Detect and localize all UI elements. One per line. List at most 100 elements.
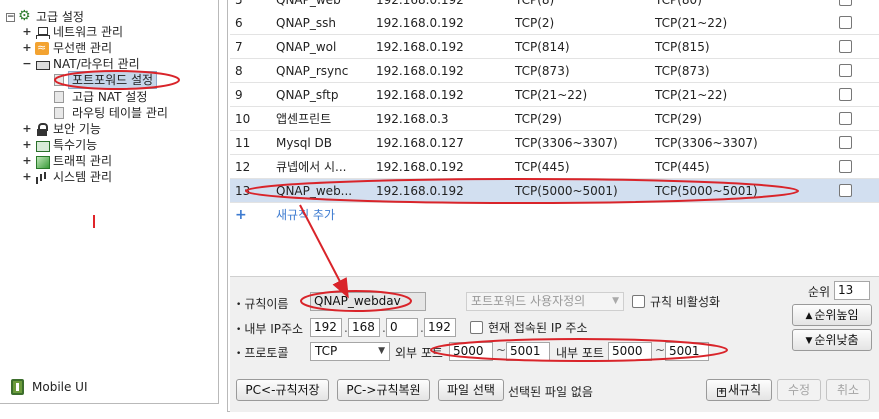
tree-item-label: 특수기능 — [53, 138, 98, 152]
external-port-to-input[interactable]: 5001 — [506, 342, 550, 361]
rule-name: QNAP_web... — [276, 184, 353, 198]
plus-box-icon: + — [716, 387, 726, 397]
ip-octet-2[interactable]: 168 — [348, 318, 380, 337]
tree-item-port-forward[interactable]: 포트포워드 설정 — [52, 71, 158, 89]
mobile-ui-link[interactable]: Mobile UI — [11, 378, 88, 396]
rule-name: QNAP_wol — [276, 40, 337, 54]
tree-item-network[interactable]: + 네트워크 관리 — [22, 24, 123, 40]
tree-item-routing-table[interactable]: 라우팅 테이블 관리 — [52, 105, 168, 121]
tree-root-advanced-settings[interactable]: − 고급 설정 — [6, 8, 84, 25]
rule-checkbox[interactable] — [839, 136, 852, 149]
rule-checkbox[interactable] — [839, 112, 852, 125]
rule-name-label: 규칙이름 — [236, 295, 288, 312]
new-rule-label: 새규칙 — [727, 383, 762, 397]
arrow-up-icon: ▲ — [805, 311, 813, 321]
tree-item-advanced-nat[interactable]: 고급 NAT 설정 — [52, 89, 147, 105]
settings-tree-panel: − 고급 설정 + 네트워크 관리 + 무선랜 관리 − NAT/라우터 관리 … — [0, 0, 219, 404]
add-rule-link[interactable]: 새규칙 추가 — [276, 203, 335, 227]
protocol-label: 프로토콜 — [236, 344, 288, 361]
table-row[interactable]: 10 앱센프린트 192.168.0.3 TCP(29) TCP(29) — [230, 107, 879, 131]
priority-down-label: 순위낮춤 — [814, 333, 859, 347]
external-port-from-input[interactable]: 5000 — [449, 342, 493, 361]
expand-icon[interactable]: + — [22, 40, 32, 56]
rule-checkbox[interactable] — [839, 64, 852, 77]
mobile-ui-label: Mobile UI — [32, 380, 88, 394]
protocol-select[interactable]: TCP ▼ — [310, 342, 390, 361]
table-row[interactable]: 6 QNAP_ssh 192.168.0.192 TCP(2) TCP(21~2… — [230, 11, 879, 35]
table-row[interactable]: 11 Mysql DB 192.168.0.127 TCP(3306~3307)… — [230, 131, 879, 155]
expand-icon[interactable]: + — [22, 24, 32, 40]
range-tilde: ~ — [655, 343, 666, 357]
disable-rule-checkbox[interactable] — [632, 295, 645, 308]
rule-checkbox[interactable] — [839, 160, 852, 173]
expand-icon[interactable]: + — [22, 121, 32, 137]
rule-internal-port: TCP(814) — [515, 40, 570, 54]
rule-internal-port: TCP(29) — [515, 112, 562, 126]
plus-icon: + — [235, 207, 247, 223]
rule-checkbox[interactable] — [839, 16, 852, 29]
internal-port-label: 내부 포트 — [556, 346, 604, 360]
table-row-selected[interactable]: 13 QNAP_web... 192.168.0.192 TCP(5000~50… — [230, 179, 879, 203]
priority-down-button[interactable]: ▼ 순위낮춤 — [792, 329, 872, 351]
new-rule-button[interactable]: + 새규칙 — [706, 379, 772, 401]
modify-button[interactable]: 수정 — [777, 379, 821, 401]
rule-checkbox[interactable] — [839, 88, 852, 101]
rule-checkbox[interactable] — [839, 40, 852, 53]
rule-number: 11 — [235, 136, 251, 150]
expand-icon[interactable]: + — [22, 169, 32, 185]
table-row[interactable]: 9 QNAP_sftp 192.168.0.192 TCP(21~22) TCP… — [230, 83, 879, 107]
tree-item-wireless[interactable]: + 무선랜 관리 — [22, 40, 112, 56]
expand-icon[interactable]: + — [22, 137, 32, 153]
priority-label: 순위 — [808, 285, 831, 299]
tree-item-special[interactable]: + 특수기능 — [22, 137, 97, 153]
rule-number: 6 — [235, 16, 243, 30]
system-icon — [35, 171, 49, 184]
preset-select[interactable]: 포트포워드 사용자정의 ▼ — [466, 292, 624, 311]
table-row[interactable]: 7 QNAP_wol 192.168.0.192 TCP(814) TCP(81… — [230, 35, 879, 59]
rule-name-input[interactable]: QNAP_webdav — [310, 292, 426, 311]
rule-external-port: TCP(445) — [655, 160, 710, 174]
tree-item-label: 트래픽 관리 — [53, 154, 113, 168]
no-file-label: 선택된 파일 없음 — [508, 385, 593, 399]
protocol-select-value: TCP — [315, 344, 338, 358]
tree-item-label: 네트워크 관리 — [53, 25, 124, 39]
rule-internal-port: TCP(2) — [515, 16, 555, 30]
table-row[interactable]: 12 큐넵에서 시... 192.168.0.192 TCP(445) TCP(… — [230, 155, 879, 179]
cancel-button[interactable]: 취소 — [826, 379, 870, 401]
rule-checkbox[interactable] — [839, 0, 852, 6]
tree-item-security[interactable]: + 보안 기능 — [22, 121, 101, 137]
rule-number: 9 — [235, 88, 243, 102]
ip-octet-3[interactable]: 0 — [386, 318, 418, 337]
settings-gear-icon — [18, 8, 32, 24]
ip-octet-1[interactable]: 192 — [310, 318, 342, 337]
expand-icon[interactable]: + — [22, 153, 32, 169]
collapse-icon[interactable]: − — [6, 12, 15, 22]
rule-name: 앱센프린트 — [276, 112, 332, 126]
nat-router-icon — [35, 57, 50, 71]
add-rule-row[interactable]: + 새규칙 추가 — [230, 203, 879, 227]
tree-item-system[interactable]: + 시스템 관리 — [22, 169, 112, 185]
rule-number: 8 — [235, 64, 243, 78]
tree-item-label: NAT/라우터 관리 — [53, 57, 140, 71]
priority-up-button[interactable]: ▲ 순위높임 — [792, 304, 872, 326]
restore-rules-from-pc-button[interactable]: PC->규칙복원 — [337, 379, 430, 401]
arrow-down-icon: ▼ — [805, 336, 813, 346]
disable-rule-label: 규칙 비활성화 — [650, 295, 721, 309]
rule-checkbox[interactable] — [839, 184, 852, 197]
rule-internal-port: TCP(873) — [515, 64, 570, 78]
rule-ip: 192.168.0.192 — [376, 88, 464, 102]
internal-port-to-input[interactable]: 5001 — [665, 342, 709, 361]
choose-file-button[interactable]: 파일 선택 — [438, 379, 504, 401]
table-row[interactable]: 8 QNAP_rsync 192.168.0.192 TCP(873) TCP(… — [230, 59, 879, 83]
tree-item-nat-router[interactable]: − NAT/라우터 관리 — [22, 56, 140, 72]
internal-port-from-input[interactable]: 5000 — [608, 342, 652, 361]
tree-item-label: 라우팅 테이블 관리 — [72, 106, 168, 120]
ip-octet-4[interactable]: 192 — [424, 318, 456, 337]
collapse-icon[interactable]: − — [22, 56, 32, 72]
save-rules-to-pc-button[interactable]: PC<-규칙저장 — [236, 379, 329, 401]
tree-item-traffic[interactable]: + 트래픽 관리 — [22, 153, 112, 169]
tree-root-label: 고급 설정 — [36, 10, 84, 24]
priority-input[interactable]: 13 — [834, 281, 870, 300]
current-ip-checkbox[interactable] — [470, 321, 483, 334]
chevron-down-icon: ▼ — [612, 296, 619, 306]
